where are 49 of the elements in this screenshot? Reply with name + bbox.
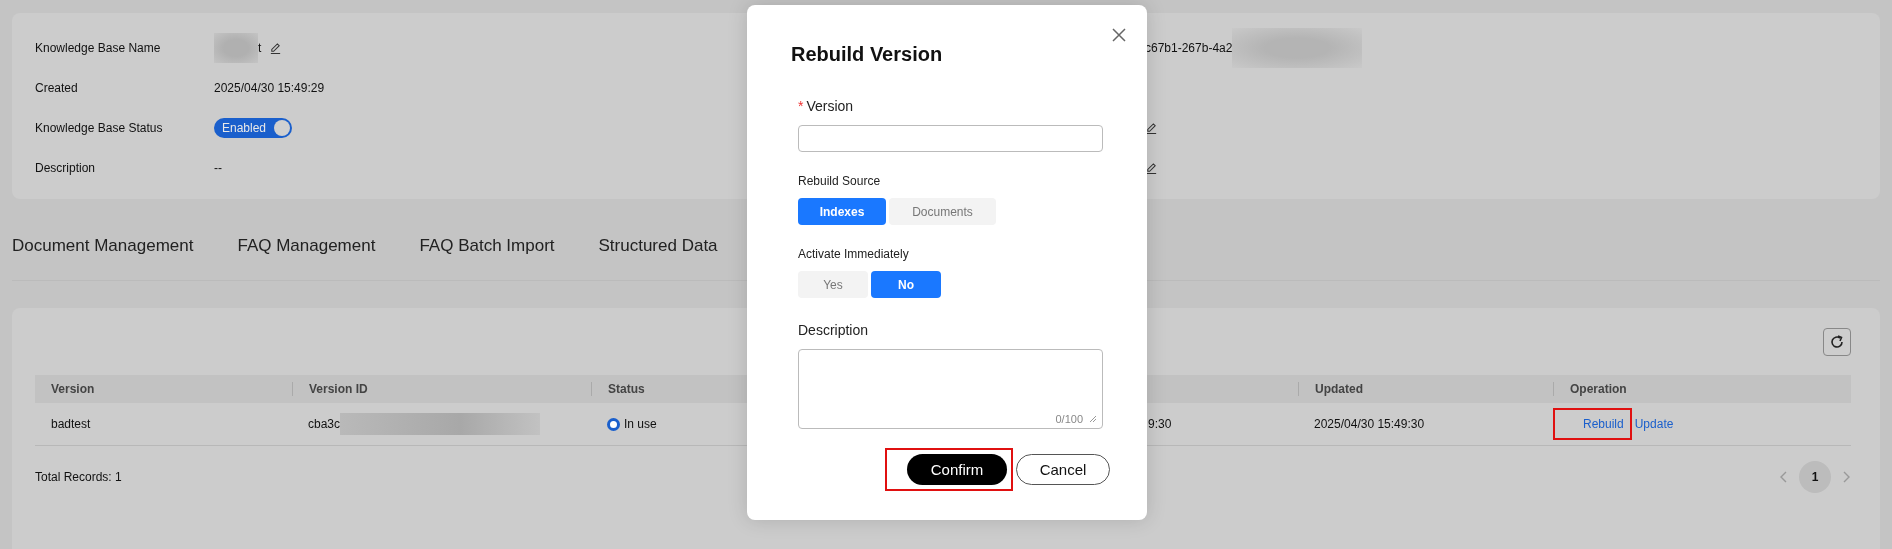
tab[interactable]: FAQ Batch Import	[419, 232, 555, 262]
update-link[interactable]: Update	[1634, 417, 1674, 431]
required-mark: *	[798, 98, 804, 114]
field-label: Knowledge Base Status	[35, 120, 164, 137]
pencil-icon[interactable]	[1145, 161, 1158, 175]
rebuild-link[interactable]: Rebuild	[1583, 417, 1624, 431]
column-header: Updated	[1315, 382, 1363, 396]
field-value: t	[258, 41, 262, 55]
total-records: Total Records: 1	[35, 470, 122, 484]
field-label: Description	[798, 322, 870, 338]
status-text: In use	[624, 417, 657, 431]
version-input[interactable]	[798, 125, 1103, 152]
field-label: Rebuild Source	[798, 174, 882, 188]
field-label: Description	[35, 160, 97, 177]
confirm-button[interactable]: Confirm	[907, 454, 1007, 485]
table-cell: 9:30	[1148, 417, 1172, 431]
table-cell: 2025/04/30 15:49:30	[1314, 417, 1425, 431]
field-label: Activate Immediately	[798, 247, 910, 261]
field-label: Created	[35, 80, 79, 97]
resize-grip-icon[interactable]	[1089, 415, 1097, 423]
description-textarea[interactable]: 0/100	[798, 349, 1103, 429]
pencil-icon[interactable]	[1145, 121, 1158, 135]
table-cell: badtest	[51, 417, 91, 431]
field-label: Version	[806, 98, 854, 114]
field-value: c67b1-267b-4a2	[1145, 41, 1233, 55]
field-value: 2025/04/30 15:49:29	[214, 81, 325, 95]
status-toggle[interactable]: Enabled	[214, 118, 293, 138]
field-label: Knowledge Base Name	[35, 40, 162, 57]
refresh-button[interactable]	[1823, 328, 1851, 356]
pencil-icon[interactable]	[269, 41, 283, 55]
column-header: Status	[608, 382, 645, 396]
segment-option[interactable]: No	[871, 271, 941, 298]
status-dot-icon	[607, 417, 620, 431]
page-button[interactable]: 1	[1799, 461, 1831, 493]
column-header: Operation	[1570, 382, 1627, 396]
tab[interactable]: FAQ Management	[237, 232, 376, 262]
segment-option[interactable]: Indexes	[798, 198, 886, 225]
cancel-button[interactable]: Cancel	[1016, 454, 1110, 485]
refresh-icon	[1829, 334, 1845, 350]
close-icon[interactable]	[1111, 27, 1127, 43]
dialog-title: Rebuild Version	[791, 43, 944, 66]
field-value: --	[214, 161, 222, 175]
tab[interactable]: Structured Data	[598, 232, 718, 262]
tab[interactable]: Document Management	[12, 232, 194, 262]
segment-option[interactable]: Yes	[798, 271, 868, 298]
column-header: Version	[51, 382, 95, 396]
column-header: Version ID	[309, 382, 368, 396]
table-cell: cba3c	[308, 417, 341, 431]
segment-option[interactable]: Documents	[889, 198, 996, 225]
